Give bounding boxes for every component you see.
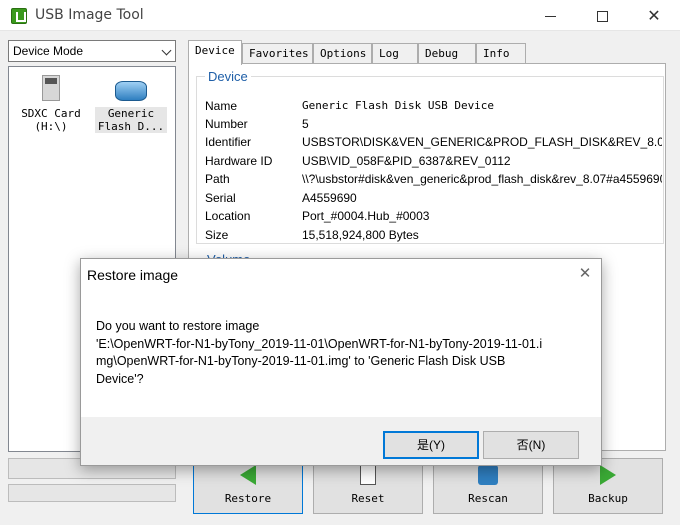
device-label: SDXC Card (H:\): [21, 107, 81, 133]
rescan-icon: [478, 465, 498, 485]
restore-label: Restore: [224, 492, 272, 505]
arrow-left-icon: [240, 465, 256, 485]
tab-debug[interactable]: Debug: [418, 43, 476, 64]
tab-info[interactable]: Info: [476, 43, 526, 64]
device-groupbox: Device Name Generic Flash Disk USB Devic…: [196, 69, 664, 244]
tab-log[interactable]: Log: [372, 43, 418, 64]
rescan-button[interactable]: Rescan: [433, 458, 543, 514]
no-button[interactable]: 否(N): [483, 431, 579, 459]
usb-drive-icon: [115, 81, 147, 101]
field-label: Location: [205, 209, 251, 223]
mode-select-value: Device Mode: [13, 44, 84, 58]
field-value: USBSTOR\DISK&VEN_GENERIC&PROD_FLASH_DISK…: [302, 135, 662, 149]
tab-device[interactable]: Device: [188, 40, 242, 65]
reset-label: Reset: [351, 492, 385, 505]
mode-select[interactable]: Device Mode: [8, 40, 176, 62]
sd-card-icon: [42, 75, 60, 101]
dialog-title: Restore image: [87, 267, 179, 283]
close-button[interactable]: ✕: [631, 0, 677, 31]
minimize-button[interactable]: [527, 0, 573, 31]
app-icon: [11, 8, 27, 24]
field-value: \\?\usbstor#disk&ven_generic&prod_flash_…: [302, 172, 662, 186]
field-label: Number: [205, 117, 248, 131]
arrow-right-icon: [600, 465, 616, 485]
field-value: A4559690: [302, 191, 357, 205]
field-label: Name: [205, 99, 238, 113]
chevron-down-icon: [161, 45, 172, 56]
tab-favorites[interactable]: Favorites: [242, 43, 313, 64]
field-label: Path: [205, 172, 230, 186]
restore-dialog: Restore image ✕ Do you want to restore i…: [80, 258, 602, 466]
backup-button[interactable]: Backup: [553, 458, 663, 514]
field-value: 5: [302, 117, 309, 131]
dialog-button-bar: 是(Y) 否(N): [81, 417, 601, 465]
field-label: Size: [205, 228, 229, 242]
field-label: Identifier: [205, 135, 252, 149]
device-item-sdxc[interactable]: SDXC Card (H:\): [15, 73, 87, 133]
backup-label: Backup: [588, 492, 628, 505]
device-label: Generic Flash D...: [95, 107, 167, 133]
field-label: Serial: [205, 191, 236, 205]
field-value: USB\VID_058F&PID_6387&REV_0112: [302, 154, 511, 168]
field-label: Hardware ID: [205, 154, 273, 168]
document-icon: [360, 465, 376, 485]
restore-button[interactable]: Restore: [193, 458, 303, 514]
field-value: Port_#0004.Hub_#0003: [302, 209, 430, 223]
dialog-close-button[interactable]: ✕: [574, 263, 596, 285]
tab-options[interactable]: Options: [313, 43, 372, 64]
yes-button[interactable]: 是(Y): [383, 431, 479, 459]
field-value: Generic Flash Disk USB Device: [302, 99, 495, 112]
reset-button[interactable]: Reset: [313, 458, 423, 514]
status-bar: [8, 484, 176, 502]
title-bar: USB Image Tool ✕: [0, 0, 680, 31]
maximize-icon: [596, 11, 608, 22]
device-item-generic-flash[interactable]: Generic Flash D...: [95, 73, 167, 133]
window-title: USB Image Tool: [35, 7, 144, 23]
device-legend: Device: [205, 69, 251, 84]
minimize-icon: [544, 16, 556, 17]
rescan-label: Rescan: [468, 492, 508, 505]
maximize-button[interactable]: [579, 0, 625, 31]
dialog-message: Do you want to restore image 'E:\OpenWRT…: [96, 319, 543, 386]
field-value: 15,518,924,800 Bytes: [302, 228, 419, 242]
